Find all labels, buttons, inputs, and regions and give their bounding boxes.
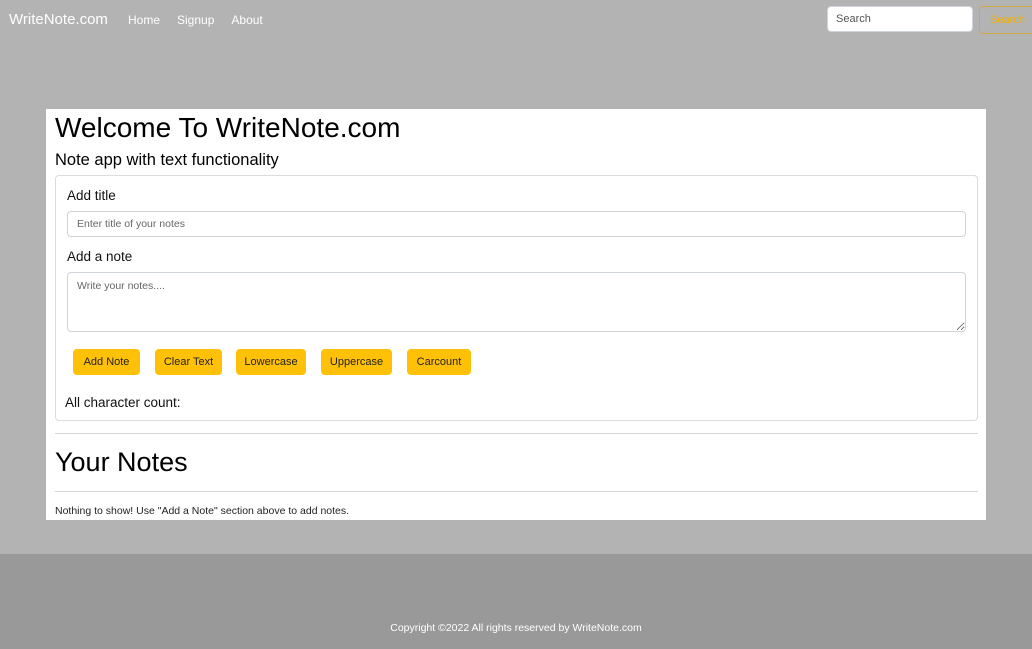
note-label: Add a note [67,249,133,264]
notes-divider [55,491,978,492]
lowercase-button[interactable]: Lowercase [236,349,306,375]
uppercase-button[interactable]: Uppercase [321,349,392,375]
copyright-text: Copyright ©2022 All rights reserved by W… [390,622,642,634]
nav-links: Home Signup About [128,13,280,27]
nav-link-signup[interactable]: Signup [177,13,214,27]
note-form: Add title Add a note Add Note Clear Text… [55,175,978,421]
title-input[interactable] [67,211,966,237]
section-divider [55,433,978,434]
footer: Copyright ©2022 All rights reserved by W… [0,554,1032,649]
brand-link[interactable]: WriteNote.com [9,11,108,28]
page-subtitle: Note app with text functionality [55,151,279,169]
add-note-button[interactable]: Add Note [73,349,140,375]
nav-link-about[interactable]: About [231,13,262,27]
carcount-button[interactable]: Carcount [407,349,471,375]
clear-text-button[interactable]: Clear Text [155,349,222,375]
empty-notes-message: Nothing to show! Use "Add a Note" sectio… [55,505,350,517]
char-count-label: All character count: [65,395,181,410]
main-card: Welcome To WriteNote.com Note app with t… [46,109,986,520]
title-label: Add title [67,188,116,203]
notes-heading: Your Notes [55,447,188,477]
search-input[interactable] [827,6,973,32]
nav-link-home[interactable]: Home [128,13,160,27]
page-title: Welcome To WriteNote.com [55,112,401,143]
search-button[interactable]: Search [979,6,1032,34]
note-textarea[interactable] [67,272,966,332]
navbar: WriteNote.com Home Signup About Search [0,0,1032,40]
